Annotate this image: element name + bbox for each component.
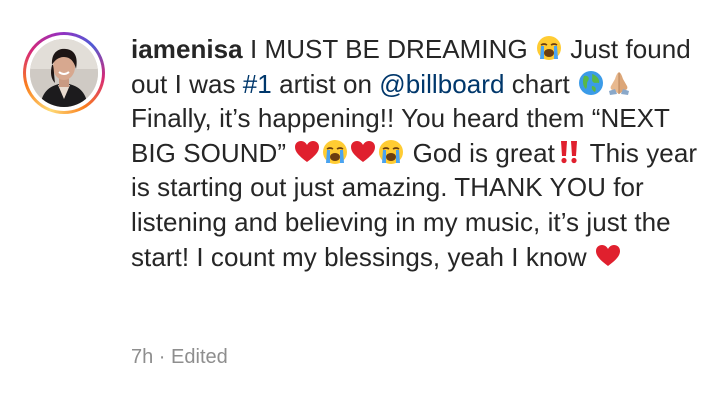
avatar-story-ring[interactable]: [23, 32, 105, 114]
folded-hands-icon: [606, 70, 632, 96]
red-heart-icon: [350, 139, 376, 165]
edited-label: Edited: [171, 346, 228, 368]
red-heart-icon: [595, 243, 621, 269]
earth-globe-icon: [578, 70, 604, 96]
mention-link[interactable]: @billboard: [379, 69, 504, 99]
timestamp[interactable]: 7h: [131, 346, 153, 368]
meta-separator: ·: [153, 346, 172, 368]
caption-text-segment: I MUST BE DREAMING: [242, 34, 536, 64]
avatar[interactable]: [30, 39, 98, 107]
username-link[interactable]: iamenisa: [131, 34, 243, 64]
loudly-crying-face-icon: [322, 139, 348, 165]
caption-text-segment: God is great: [405, 137, 555, 168]
hashtag-link[interactable]: #1: [243, 69, 272, 99]
double-exclamation-icon: [556, 139, 582, 165]
comment-caption: iamenisa I MUST BE DREAMING Just found o…: [0, 0, 720, 402]
avatar-image: [30, 39, 98, 107]
red-heart-icon: [294, 139, 320, 165]
comment-meta: 7h · Edited: [131, 346, 228, 369]
caption-text: iamenisa I MUST BE DREAMING Just found o…: [131, 32, 701, 274]
caption-text-segment: chart: [504, 68, 578, 99]
caption-text-segment: artist on: [271, 68, 380, 99]
loudly-crying-face-icon: [378, 139, 404, 165]
loudly-crying-face-icon: [536, 35, 562, 61]
